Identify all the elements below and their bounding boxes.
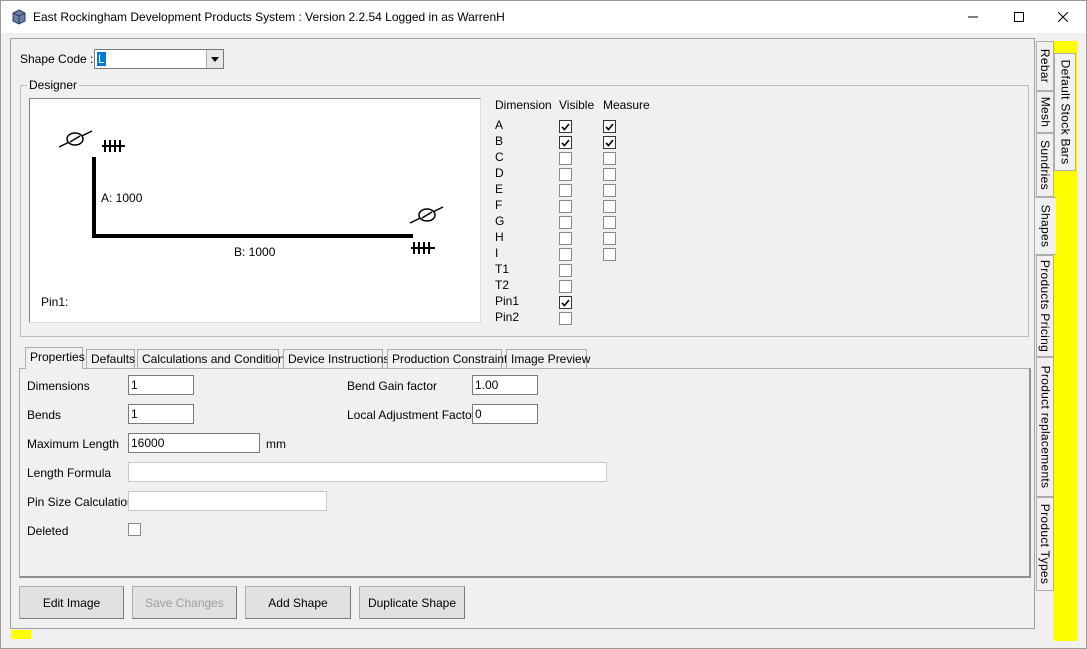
visible-checkbox[interactable] bbox=[559, 232, 572, 245]
designer-title: Designer bbox=[27, 78, 80, 92]
dimension-name: G bbox=[495, 214, 505, 228]
deleted-checkbox[interactable] bbox=[128, 523, 141, 536]
tab-default-stock-bars[interactable]: Default Stock Bars bbox=[1054, 53, 1076, 171]
tab-mesh[interactable]: Mesh bbox=[1036, 91, 1054, 133]
pin-icon bbox=[411, 242, 435, 254]
visible-checkbox[interactable] bbox=[559, 200, 572, 213]
measure-checkbox[interactable] bbox=[603, 168, 616, 181]
minimize-icon bbox=[968, 16, 978, 18]
pin-icon bbox=[102, 140, 125, 152]
max-length-input[interactable]: 16000 bbox=[128, 433, 260, 453]
visible-checkbox[interactable] bbox=[559, 184, 572, 197]
bend-icon bbox=[409, 206, 444, 224]
measure-checkbox[interactable] bbox=[603, 184, 616, 197]
window-title: East Rockingham Development Products Sys… bbox=[33, 10, 505, 24]
length-formula-label: Length Formula bbox=[27, 466, 112, 480]
maximize-icon bbox=[1014, 12, 1024, 22]
length-formula-input[interactable] bbox=[128, 462, 607, 482]
tab-rebar[interactable]: Rebar bbox=[1036, 41, 1054, 91]
app-icon bbox=[12, 9, 26, 25]
tab-defaults[interactable]: Defaults bbox=[86, 349, 135, 368]
shape-code-value: L bbox=[97, 52, 106, 66]
dimension-name: T1 bbox=[495, 262, 510, 276]
measure-column-header: Measure bbox=[603, 98, 650, 112]
dimension-name: T2 bbox=[495, 278, 510, 292]
local-adjustment-label: Local Adjustment Factor bbox=[347, 408, 476, 422]
visible-checkbox[interactable] bbox=[559, 168, 572, 181]
visible-column-header: Visible bbox=[559, 98, 595, 112]
dimension-name: A bbox=[495, 118, 504, 132]
visible-checkbox[interactable] bbox=[559, 264, 572, 277]
visible-checkbox[interactable] bbox=[559, 248, 572, 261]
shape-code-label: Shape Code : bbox=[20, 52, 94, 66]
max-length-label: Maximum Length bbox=[27, 437, 120, 451]
visible-checkbox[interactable] bbox=[559, 136, 572, 149]
bend-gain-input[interactable]: 1.00 bbox=[472, 375, 538, 395]
dimension-name: F bbox=[495, 198, 503, 212]
bends-label: Bends bbox=[27, 408, 62, 422]
dimension-name: B bbox=[495, 134, 504, 148]
dimension-name: H bbox=[495, 230, 504, 244]
tab-products-pricing[interactable]: Products Pricing bbox=[1036, 255, 1054, 357]
visible-checkbox[interactable] bbox=[559, 280, 572, 293]
visible-checkbox[interactable] bbox=[559, 216, 572, 229]
minimize-button[interactable] bbox=[950, 1, 996, 33]
visible-checkbox[interactable] bbox=[559, 312, 572, 325]
close-button[interactable] bbox=[1040, 1, 1086, 33]
visible-checkbox[interactable] bbox=[559, 296, 572, 309]
bends-input[interactable]: 1 bbox=[128, 404, 194, 424]
measure-checkbox[interactable] bbox=[603, 152, 616, 165]
max-length-unit: mm bbox=[266, 437, 286, 451]
tab-production-constraints[interactable]: Production Constraints bbox=[387, 349, 513, 368]
chevron-down-icon[interactable] bbox=[206, 50, 223, 68]
local-adjustment-input[interactable]: 0 bbox=[472, 404, 538, 424]
pin-size-label: Pin Size Calculation bbox=[27, 495, 134, 509]
bend-gain-label: Bend Gain factor bbox=[347, 379, 438, 393]
dimension-name: C bbox=[495, 150, 504, 164]
visible-checkbox[interactable] bbox=[559, 120, 572, 133]
duplicate-shape-button[interactable]: Duplicate Shape bbox=[359, 586, 465, 619]
dimensions-input[interactable]: 1 bbox=[128, 375, 194, 395]
tab-device-instructions[interactable]: Device Instructions bbox=[283, 349, 389, 368]
tab-sundries[interactable]: Sundries bbox=[1036, 133, 1054, 197]
dimension-a-label: A: 1000 bbox=[101, 191, 143, 205]
tab-image-preview[interactable]: Image Preview bbox=[506, 349, 590, 368]
dimension-column-header: Dimension bbox=[495, 98, 552, 112]
tab-calculations-and-conditions[interactable]: Calculations and Conditions bbox=[137, 349, 291, 368]
maximize-button[interactable] bbox=[996, 1, 1042, 33]
shape-drawing bbox=[58, 130, 444, 254]
save-changes-button[interactable]: Save Changes bbox=[132, 586, 237, 619]
tab-shapes[interactable]: Shapes bbox=[1034, 197, 1056, 255]
measure-checkbox[interactable] bbox=[603, 232, 616, 245]
visible-checkbox[interactable] bbox=[559, 152, 572, 165]
title-bar: East Rockingham Development Products Sys… bbox=[1, 1, 1086, 33]
tab-product-replacements[interactable]: Product replacements bbox=[1036, 357, 1054, 497]
shape-canvas: A: 1000 B: 1000 Pin1: bbox=[29, 98, 481, 323]
app-window: East Rockingham Development Products Sys… bbox=[0, 0, 1087, 649]
dimension-name: E bbox=[495, 182, 504, 196]
status-indicator bbox=[11, 630, 31, 639]
measure-checkbox[interactable] bbox=[603, 136, 616, 149]
bend-icon bbox=[58, 130, 93, 148]
measure-checkbox[interactable] bbox=[603, 200, 616, 213]
tab-properties[interactable]: Properties bbox=[25, 347, 85, 369]
dimension-name: Pin1 bbox=[495, 294, 520, 308]
dimension-name: I bbox=[495, 246, 499, 260]
measure-checkbox[interactable] bbox=[603, 248, 616, 261]
tab-product-types[interactable]: Product Types bbox=[1036, 497, 1054, 591]
measure-checkbox[interactable] bbox=[603, 120, 616, 133]
add-shape-button[interactable]: Add Shape bbox=[245, 586, 351, 619]
deleted-label: Deleted bbox=[27, 524, 69, 538]
dimension-b-label: B: 1000 bbox=[234, 245, 276, 259]
pin1-label: Pin1: bbox=[41, 295, 69, 309]
dimension-name: Pin2 bbox=[495, 310, 520, 324]
pin-size-input[interactable] bbox=[128, 491, 327, 511]
close-icon bbox=[1058, 12, 1068, 22]
measure-checkbox[interactable] bbox=[603, 216, 616, 229]
dimension-name: D bbox=[495, 166, 504, 180]
shape-code-dropdown[interactable]: L bbox=[94, 49, 224, 69]
edit-image-button[interactable]: Edit Image bbox=[19, 586, 124, 619]
dimensions-label: Dimensions bbox=[27, 379, 90, 393]
